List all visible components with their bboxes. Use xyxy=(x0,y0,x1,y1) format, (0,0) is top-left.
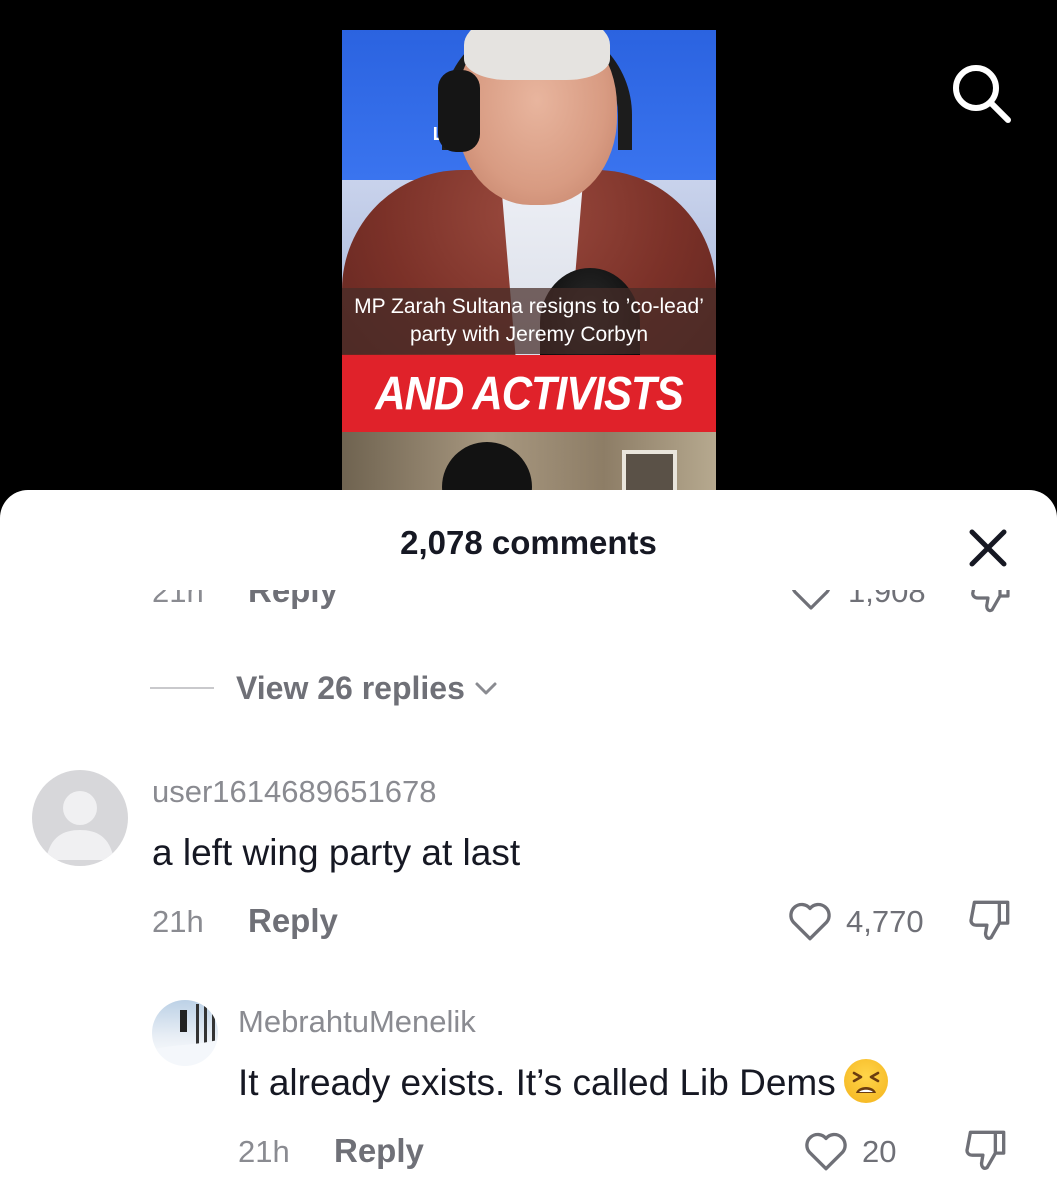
comment-time: 21h xyxy=(152,904,204,939)
view-replies-label: View 26 replies xyxy=(236,669,465,706)
video-banner: AND ACTIVISTS xyxy=(342,355,716,432)
profile-photo xyxy=(152,1004,218,1066)
heart-icon[interactable] xyxy=(802,1127,850,1175)
comment-text-body: It already exists. It’s called Lib Dems xyxy=(238,1062,836,1103)
chevron-down-icon xyxy=(475,682,497,695)
avatar[interactable] xyxy=(32,770,128,866)
search-icon xyxy=(953,65,1011,123)
video-area[interactable]: L AIN'S C MP Zarah Sultana resigns to ’c… xyxy=(0,0,1057,520)
comment-text: It already exists. It’s called Lib Dems xyxy=(238,1059,888,1107)
clipped-comment-meta: 21h Reply 1,908 xyxy=(0,590,1057,620)
search-button[interactable] xyxy=(948,60,1014,126)
comment-item: user1614689651678 a left wing party at l… xyxy=(0,760,1057,960)
default-avatar-icon xyxy=(46,791,114,860)
close-button[interactable] xyxy=(960,520,1016,576)
like-count: 1,908 xyxy=(848,590,926,609)
presenter-hair xyxy=(464,30,610,80)
tired-face-emoji xyxy=(843,1059,888,1104)
video-banner-text: AND ACTIVISTS xyxy=(375,367,683,420)
reply-button[interactable]: Reply xyxy=(248,590,338,610)
tired-face-icon xyxy=(852,1071,880,1094)
like-count: 4,770 xyxy=(846,904,924,939)
comment-text: a left wing party at last xyxy=(152,832,521,873)
comments-panel: 2,078 comments 21h Reply 1,908 View 26 r… xyxy=(0,490,1057,1200)
avatar[interactable] xyxy=(152,1000,218,1066)
comment-time: 21h xyxy=(238,1134,290,1169)
close-icon xyxy=(969,529,1007,567)
divider xyxy=(150,687,214,689)
dislike-icon[interactable] xyxy=(964,894,1016,946)
reply-item: MebrahtuMenelik It already exists. It’s … xyxy=(0,990,1057,1200)
view-replies-button[interactable]: View 26 replies xyxy=(150,668,501,708)
heart-icon[interactable] xyxy=(786,897,834,945)
video-caption: MP Zarah Sultana resigns to ’co-lead’ pa… xyxy=(342,288,716,354)
comments-count-title: 2,078 comments xyxy=(400,524,657,561)
reply-button[interactable]: Reply xyxy=(334,1132,424,1170)
comment-time: 21h xyxy=(152,590,204,609)
reply-button[interactable]: Reply xyxy=(248,902,338,940)
dislike-icon[interactable] xyxy=(966,590,1016,618)
comment-username[interactable]: user1614689651678 xyxy=(152,774,436,810)
dislike-icon[interactable] xyxy=(960,1124,1012,1176)
video-thumbnail[interactable]: L AIN'S C MP Zarah Sultana resigns to ’c… xyxy=(342,30,716,500)
heart-icon[interactable] xyxy=(788,590,834,614)
like-count: 20 xyxy=(862,1134,897,1169)
headphone-cup xyxy=(438,70,480,152)
comment-username[interactable]: MebrahtuMenelik xyxy=(238,1004,476,1040)
